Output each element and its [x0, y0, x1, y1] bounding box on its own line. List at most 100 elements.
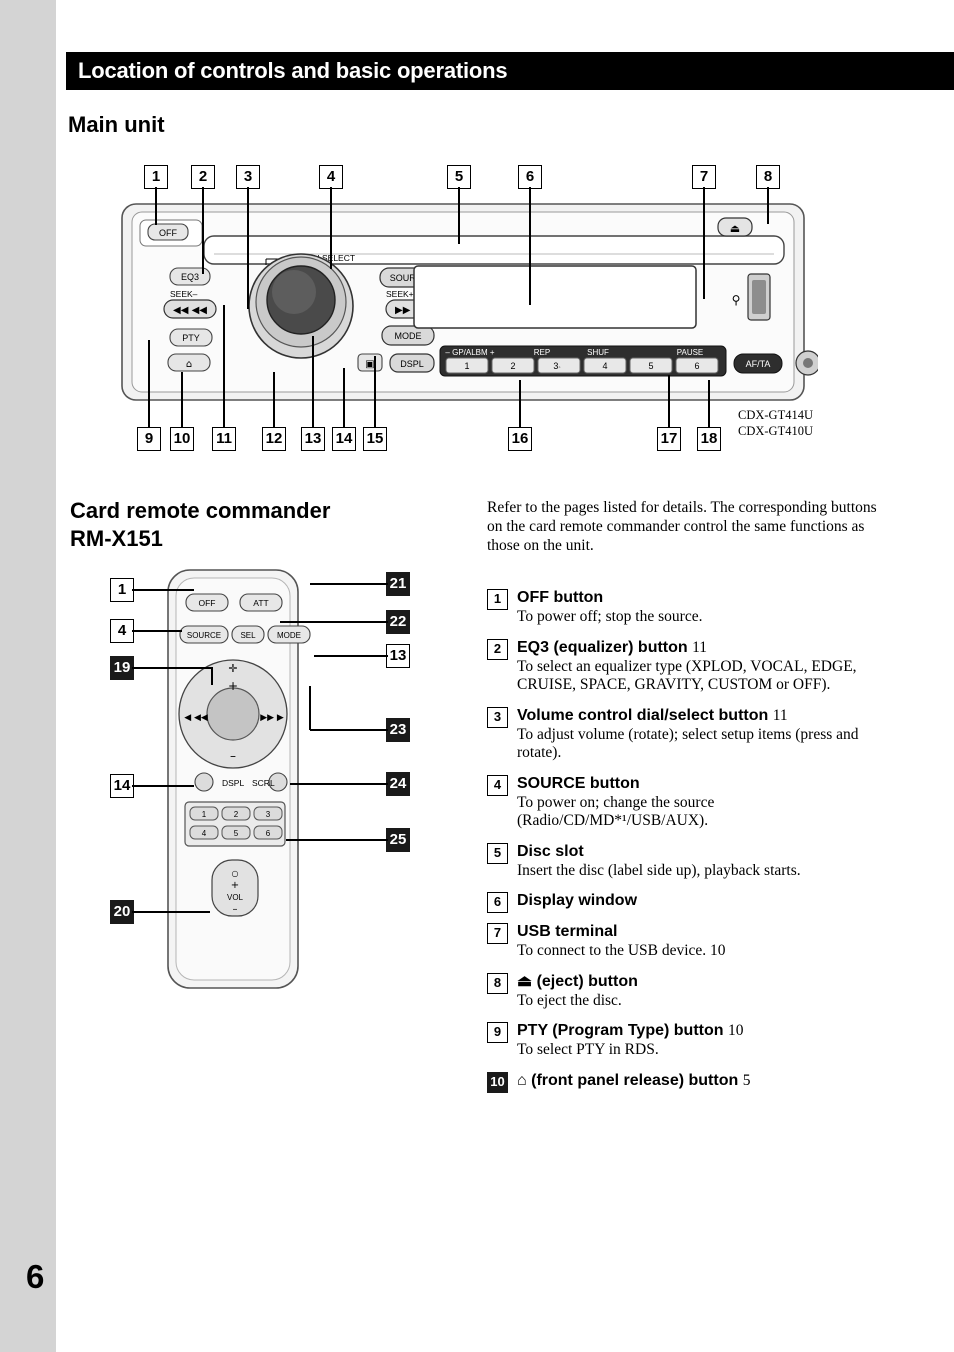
callout-main-17: 17	[657, 427, 681, 451]
callout-remote-24: 24	[386, 772, 410, 796]
section-header-title: Location of controls and basic operation…	[78, 58, 508, 83]
item-title-text: EQ3 (equalizer) button	[517, 638, 688, 656]
svg-text:SHUF: SHUF	[587, 348, 609, 357]
callout-main-13: 13	[301, 427, 325, 451]
item-body: Insert the disc (label side up), playbac…	[517, 861, 801, 879]
list-item: 8 ⏏ (eject) button To eject the disc.	[487, 972, 887, 1011]
leader-line	[310, 729, 388, 731]
svg-text:SEEK+: SEEK+	[386, 289, 414, 299]
item-body: To eject the disc.	[517, 991, 622, 1009]
list-item: 3 Volume control dial/select button 11 T…	[487, 706, 887, 763]
svg-text:OFF: OFF	[159, 228, 177, 238]
svg-text:4: 4	[602, 361, 607, 371]
leader-line	[330, 187, 332, 269]
svg-text:–: –	[230, 749, 236, 763]
svg-text:EQ3: EQ3	[181, 272, 199, 282]
item-title-text: Volume control dial/select button	[517, 706, 769, 724]
item-title-text: Disc slot	[517, 842, 584, 860]
list-item: 6 Display window	[487, 891, 887, 913]
svg-text:+: +	[228, 679, 238, 693]
svg-text:⚲: ⚲	[732, 293, 741, 307]
svg-text:◀ ◀◀: ◀ ◀◀	[184, 713, 208, 723]
page-left-gutter	[0, 0, 56, 1352]
leader-line	[202, 187, 204, 274]
callout-remote-14: 14	[110, 774, 134, 798]
item-title: ⌂ (front panel release) button 5	[517, 1071, 887, 1091]
list-item: 7 USB terminal To connect to the USB dev…	[487, 922, 887, 961]
list-item: 4 SOURCE button To power on; change the …	[487, 774, 887, 831]
page-number: 6	[26, 1258, 45, 1295]
callout-main-11: 11	[212, 427, 236, 451]
svg-text:5: 5	[648, 361, 653, 371]
intro-paragraph: Refer to the pages listed for details. T…	[487, 499, 877, 554]
item-page-ref: 11	[692, 638, 708, 656]
leader-line	[280, 621, 388, 623]
leader-line	[309, 686, 311, 730]
svg-text:–: –	[233, 904, 238, 915]
item-body: To power off; stop the source.	[517, 608, 703, 625]
svg-text:3: 3	[266, 810, 271, 819]
svg-text:VOL: VOL	[227, 893, 244, 902]
callout-remote-1: 1	[110, 578, 134, 602]
svg-text:✛: ✛	[228, 662, 237, 675]
list-item: 2 EQ3 (equalizer) button 11 To select an…	[487, 638, 887, 695]
leader-line	[312, 336, 314, 428]
item-number: 2	[487, 638, 508, 660]
svg-text:6: 6	[694, 361, 699, 371]
list-item: 10 ⌂ (front panel release) button 5	[487, 1071, 887, 1093]
callout-main-8: 8	[756, 165, 780, 189]
item-number: 6	[487, 892, 508, 913]
item-number: 10	[487, 1071, 508, 1093]
leader-line	[529, 187, 531, 305]
item-title: ⏏ (eject) button	[517, 972, 887, 992]
item-number: 4	[487, 774, 508, 796]
svg-text:DSPL: DSPL	[222, 778, 244, 788]
svg-text:– GP/ALBM +: – GP/ALBM +	[445, 348, 494, 357]
model-code-2: CDX-GT410U	[738, 424, 813, 438]
svg-text:MODE: MODE	[395, 331, 422, 341]
leader-line	[247, 187, 249, 309]
callout-remote-4: 4	[110, 619, 134, 643]
svg-text:ATT: ATT	[253, 598, 268, 608]
svg-text:◀◀ ◀◀: ◀◀ ◀◀	[173, 305, 207, 316]
svg-text:5: 5	[234, 829, 239, 838]
leader-line	[668, 375, 670, 428]
callout-main-7: 7	[692, 165, 716, 189]
callout-main-14: 14	[332, 427, 356, 451]
svg-text:⌂: ⌂	[186, 359, 192, 370]
callout-remote-13: 13	[386, 644, 410, 668]
item-page-ref: 5	[742, 1071, 751, 1089]
callout-remote-21: 21	[386, 572, 410, 596]
item-number: 5	[487, 842, 508, 864]
item-number: 1	[487, 589, 508, 610]
leader-line	[290, 783, 388, 785]
leader-line	[148, 340, 150, 428]
leader-line	[132, 667, 212, 669]
callout-main-3: 3	[236, 165, 260, 189]
callout-main-10: 10	[170, 427, 194, 451]
heading-remote-line1: Card remote commander	[70, 498, 331, 523]
item-title-text: SOURCE button	[517, 774, 640, 792]
callout-main-9: 9	[137, 427, 161, 451]
item-body: To adjust volume (rotate); select setup …	[517, 725, 859, 762]
item-body: To select an equalizer type (XPLOD, VOCA…	[517, 657, 857, 694]
svg-text:AF/TA: AF/TA	[746, 359, 771, 369]
callout-remote-23: 23	[386, 718, 410, 742]
svg-text:1: 1	[202, 810, 207, 819]
heading-remote-line2: RM-X151	[70, 526, 163, 551]
item-title: Disc slot	[517, 842, 887, 862]
leader-line	[708, 380, 710, 428]
svg-text:REP: REP	[534, 348, 550, 357]
svg-text:○: ○	[232, 869, 239, 878]
item-number: 8	[487, 972, 508, 994]
callout-main-1: 1	[144, 165, 168, 189]
item-number: 7	[487, 923, 508, 944]
section-header-bar: Location of controls and basic operation…	[66, 52, 954, 90]
list-item: 9 PTY (Program Type) button 10 To select…	[487, 1021, 887, 1060]
item-title: USB terminal	[517, 922, 887, 942]
callout-main-5: 5	[447, 165, 471, 189]
svg-text:SEL: SEL	[240, 631, 256, 640]
svg-text:2: 2	[234, 810, 239, 819]
callout-remote-19: 19	[110, 656, 134, 680]
leader-line	[132, 911, 210, 913]
